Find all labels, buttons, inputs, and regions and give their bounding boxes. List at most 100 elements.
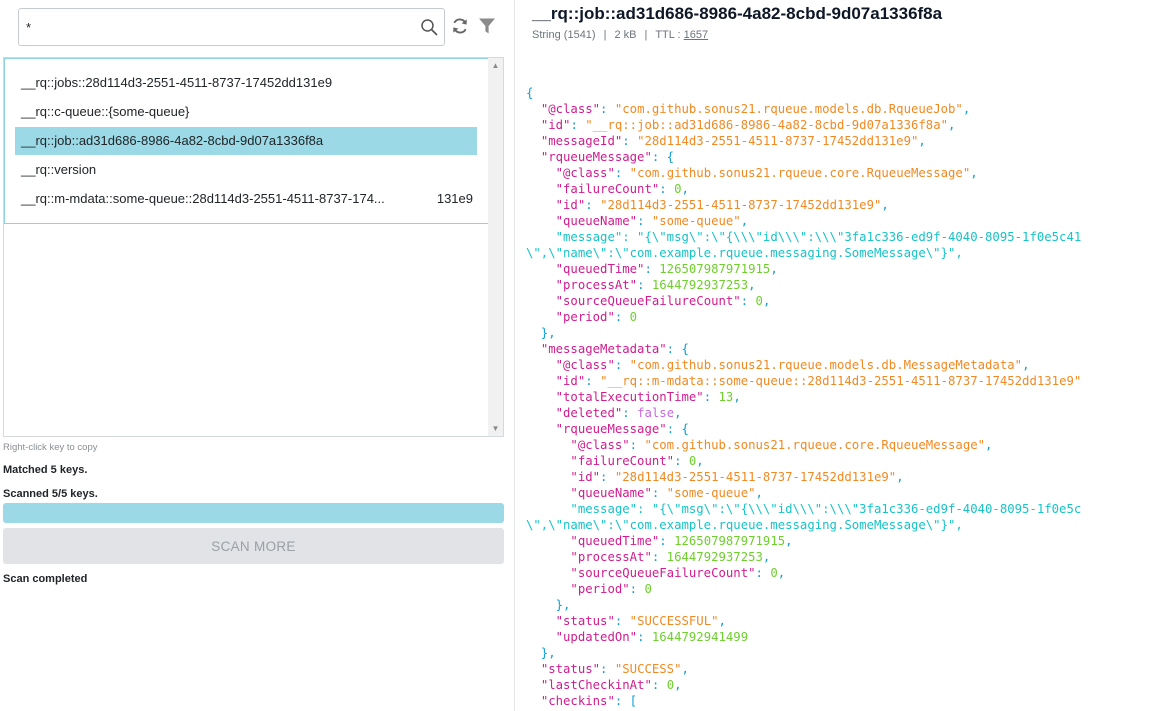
key-item[interactable]: __rq::jobs::28d114d3-2551-4511-8737-1745… <box>15 69 477 97</box>
json-punctuation <box>526 358 556 372</box>
json-punctuation <box>526 406 556 420</box>
json-line: "deleted": false, <box>526 405 1158 421</box>
json-line: "status": "SUCCESS", <box>526 661 1158 677</box>
json-key: "status" <box>540 662 601 676</box>
json-punctuation: , <box>881 198 889 212</box>
json-punctuation: , <box>696 454 704 468</box>
json-punctuation: , <box>740 214 749 228</box>
json-punctuation: { <box>526 86 534 100</box>
key-item[interactable]: __rq::c-queue::{some-queue} <box>15 98 477 126</box>
json-key: "queuedTime" <box>570 534 660 548</box>
json-punctuation <box>526 278 556 292</box>
json-string: "some-queue" <box>651 214 741 228</box>
json-punctuation <box>526 550 570 564</box>
json-key: "@class" <box>570 438 630 452</box>
json-line: "processAt": 1644792937253, <box>526 277 1158 293</box>
keys-list: ▲ ▼ __rq::jobs::28d114d3-2551-4511-8737-… <box>3 57 504 437</box>
json-number: 1644792937253 <box>666 550 763 564</box>
json-punctuation <box>526 134 541 148</box>
json-punctuation: , <box>985 438 993 452</box>
key-item[interactable]: __rq::m-mdata::some-queue::28d114d3-2551… <box>15 185 477 213</box>
json-key: "sourceQueueFailureCount" <box>555 294 741 308</box>
scrollbar[interactable]: ▲ ▼ <box>488 58 503 436</box>
json-punctuation <box>526 662 541 676</box>
json-punctuation: : <box>614 166 630 180</box>
scanned-count: Scanned 5/5 keys. <box>3 488 98 500</box>
json-punctuation: , <box>718 614 726 628</box>
json-string: "28d114d3-2551-4511-8737-17452dd131e9" <box>637 134 919 148</box>
json-punctuation: : <box>659 182 675 196</box>
json-punctuation <box>526 150 541 164</box>
json-punctuation: , <box>755 486 763 500</box>
json-punctuation <box>526 582 570 596</box>
json-string: "some-queue" <box>666 486 756 500</box>
json-line: "messageId": "28d114d3-2551-4511-8737-17… <box>526 133 1158 149</box>
json-punctuation <box>526 374 556 388</box>
json-punctuation <box>526 502 570 516</box>
json-string: "__rq::job::ad31d686-8986-4a82-8cbd-9d07… <box>585 118 949 132</box>
json-line: "processAt": 1644792937253, <box>526 549 1158 565</box>
json-punctuation: : <box>622 406 638 420</box>
key-item-label: __rq::c-queue::{some-queue} <box>21 104 190 119</box>
json-key: "sourceQueueFailureCount" <box>570 566 756 580</box>
key-item-label: __rq::job::ad31d686-8986-4a82-8cbd-9d07a… <box>21 133 324 148</box>
json-line: "@class": "com.github.sonus21.rqueue.mod… <box>526 101 1158 117</box>
json-key: "@class" <box>555 166 615 180</box>
scroll-down-icon[interactable]: ▼ <box>488 421 503 436</box>
scroll-up-icon[interactable]: ▲ <box>488 58 503 73</box>
refresh-icon[interactable] <box>450 16 470 36</box>
json-number: 0 <box>629 310 638 324</box>
json-key: "status" <box>555 614 615 628</box>
json-line: \",\"name\":\"com.example.rqueue.messagi… <box>526 517 1158 533</box>
json-value-viewer[interactable]: { "@class": "com.github.sonus21.rqueue.m… <box>526 85 1158 709</box>
json-punctuation: , <box>674 406 682 420</box>
key-item-label: __rq::version <box>21 162 97 177</box>
filter-icon[interactable] <box>477 16 497 36</box>
ttl-value[interactable]: 1657 <box>684 29 708 41</box>
json-number: 1644792941499 <box>651 630 749 644</box>
json-punctuation <box>526 678 541 692</box>
json-escaped-string: "message": "{\"msg\":\"{\\\"id\\\":\\\"3… <box>555 230 1082 244</box>
json-line: }, <box>526 645 1158 661</box>
json-punctuation: : <box>629 438 645 452</box>
json-punctuation: , <box>970 166 978 180</box>
json-punctuation <box>526 390 556 404</box>
json-punctuation <box>526 422 556 436</box>
json-number: 126507987971915 <box>659 262 771 276</box>
json-punctuation: : <box>570 118 586 132</box>
json-key: "id" <box>570 470 601 484</box>
key-item[interactable]: __rq::job::ad31d686-8986-4a82-8cbd-9d07a… <box>15 127 477 155</box>
json-punctuation: : <box>614 614 630 628</box>
scan-more-button[interactable]: SCAN MORE <box>3 528 504 564</box>
search-icon[interactable] <box>420 18 438 36</box>
json-key: "id" <box>555 374 586 388</box>
json-punctuation: : <box>614 310 630 324</box>
json-punctuation: : <box>600 470 615 484</box>
json-punctuation <box>526 310 556 324</box>
json-line: "sourceQueueFailureCount": 0, <box>526 565 1158 581</box>
json-number: 0 <box>755 294 763 308</box>
json-punctuation: : <box>659 534 675 548</box>
json-key: "@class" <box>555 358 615 372</box>
json-punctuation <box>526 102 541 116</box>
json-number: 0 <box>644 582 652 596</box>
json-key: "@class" <box>540 102 601 116</box>
json-key: "lastCheckinAt" <box>540 678 652 692</box>
json-punctuation <box>526 566 570 580</box>
json-line: "checkins": [ <box>526 693 1158 709</box>
json-line: "status": "SUCCESSFUL", <box>526 613 1158 629</box>
json-punctuation <box>526 454 570 468</box>
json-line: "message": "{\"msg\":\"{\\\"id\\\":\\\"3… <box>526 229 1158 245</box>
json-punctuation: }, <box>526 598 571 612</box>
json-key: "deleted" <box>555 406 623 420</box>
json-line: "queuedTime": 126507987971915, <box>526 533 1158 549</box>
json-punctuation: , <box>762 294 771 308</box>
json-line: "updatedOn": 1644792941499 <box>526 629 1158 645</box>
search-input[interactable] <box>20 10 415 44</box>
json-key: "messageId" <box>540 134 623 148</box>
json-key: "failureCount" <box>570 454 675 468</box>
ttl-label: TTL : <box>655 29 681 41</box>
key-item[interactable]: __rq::version <box>15 156 477 184</box>
json-punctuation: , <box>748 278 756 292</box>
json-punctuation: : <box>651 550 667 564</box>
